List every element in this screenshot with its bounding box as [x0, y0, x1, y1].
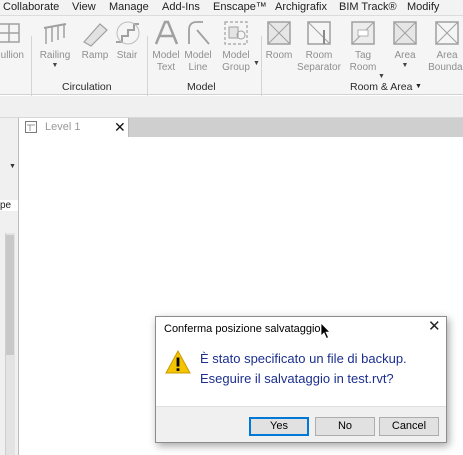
mullion-label: ullion — [0, 50, 24, 61]
tab-enscape[interactable]: Enscape™ — [213, 1, 267, 13]
tab-collaborate[interactable]: Collaborate — [3, 1, 59, 13]
tab-modify[interactable]: Modify — [407, 1, 439, 13]
tab-manage[interactable]: Manage — [109, 1, 149, 13]
model-line-tool[interactable]: Model Line — [177, 18, 219, 74]
group-label-room-area[interactable]: Room & Area — [350, 81, 412, 93]
room-separator-tool[interactable]: Room Separator — [294, 18, 344, 74]
model-line-label-line1: Model — [184, 50, 212, 61]
model-group-icon — [224, 21, 248, 45]
room-separator-icon — [307, 21, 331, 45]
scrollbar-thumb[interactable] — [6, 235, 14, 355]
area-tool[interactable]: Area ▼ — [384, 18, 426, 69]
area-icon — [393, 21, 417, 45]
model-line-label-line2: Line — [188, 62, 208, 73]
area-label: Area — [394, 50, 416, 61]
tag-room-dropdown-icon[interactable]: ▼ — [378, 73, 385, 80]
room-separator-label-line2: Separator — [297, 62, 341, 73]
area-boundary-tool[interactable]: Area Boundar — [424, 18, 463, 74]
options-bar — [0, 96, 463, 118]
ribbon-tab-bar: Collaborate View Manage Add-Ins Enscape™… — [0, 0, 463, 16]
tab-archigrafix[interactable]: Archigrafix — [275, 1, 327, 13]
cancel-button[interactable]: Cancel — [379, 417, 439, 436]
tab-add-ins[interactable]: Add-Ins — [162, 1, 200, 13]
tag-room-tool[interactable]: Tag Room — [342, 18, 384, 74]
model-group-tool[interactable]: Model Group — [215, 18, 257, 74]
view-tab-label: Level 1 — [45, 121, 81, 133]
model-group-label-line1: Model — [222, 50, 250, 61]
dialog-button-bar: Yes No Cancel — [156, 406, 446, 442]
railing-label: Railing — [39, 50, 71, 61]
close-icon[interactable]: ✕ — [114, 118, 126, 136]
yes-button[interactable]: Yes — [249, 417, 309, 436]
area-boundary-icon — [435, 21, 459, 45]
dialog-message-line2: Eseguire il salvataggio in test.rvt? — [200, 371, 394, 386]
stair-tool[interactable]: Stair — [106, 18, 148, 62]
tag-room-label-line1: Tag — [354, 50, 372, 61]
area-boundary-label-line1: Area — [436, 50, 458, 61]
chevron-down-icon[interactable]: ▼ — [34, 62, 76, 69]
close-icon[interactable]: ✕ — [428, 319, 441, 335]
model-group-label-line2: Group — [222, 62, 250, 73]
no-button[interactable]: No — [315, 417, 375, 436]
dialog-message-line1: È stato specificato un file di backup. — [200, 351, 407, 366]
mullion-tool[interactable]: ullion — [0, 18, 28, 62]
properties-type-label: pe — [0, 200, 18, 211]
group-label-model: Model — [187, 81, 216, 93]
room-area-dropdown-icon[interactable]: ▼ — [415, 83, 422, 90]
tab-view[interactable]: View — [72, 1, 96, 13]
stair-icon — [116, 21, 140, 45]
group-label-circulation: Circulation — [62, 81, 112, 93]
room-icon — [267, 21, 291, 45]
chevron-down-icon[interactable]: ▼ — [9, 163, 16, 170]
tag-room-icon — [351, 21, 375, 45]
area-boundary-label-line2: Boundar — [428, 62, 463, 73]
floor-plan-icon — [25, 121, 37, 133]
stair-label: Stair — [116, 50, 138, 61]
mullion-icon — [0, 23, 20, 43]
warning-icon — [165, 350, 191, 374]
chevron-down-icon[interactable]: ▼ — [384, 62, 426, 69]
room-separator-label-line1: Room — [305, 50, 333, 61]
tab-level-1[interactable]: Level 1 ✕ — [19, 118, 129, 137]
railing-icon — [43, 23, 67, 44]
dialog-title: Conferma posizione salvataggio — [164, 323, 321, 335]
model-line-icon — [188, 21, 210, 45]
mouse-cursor-icon — [320, 322, 331, 340]
railing-tool[interactable]: Railing ▼ — [34, 18, 76, 69]
save-location-dialog: Conferma posizione salvataggio ✕ È stato… — [155, 316, 447, 443]
tab-bim-track[interactable]: BIM Track® — [339, 1, 397, 13]
